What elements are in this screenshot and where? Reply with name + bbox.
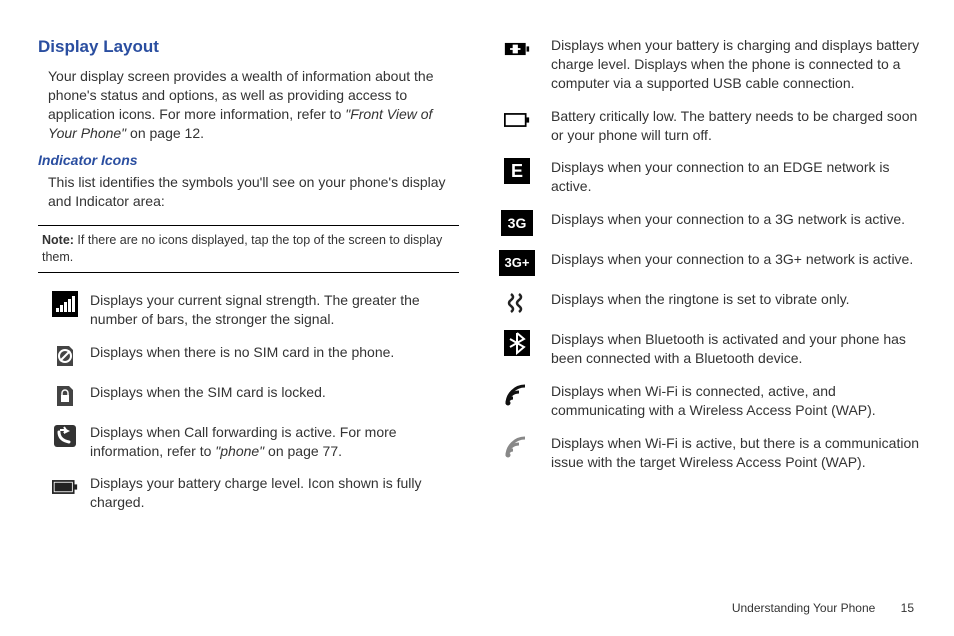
intro-text-b: on page 12. <box>126 125 204 141</box>
note-label: Note: <box>42 233 74 247</box>
row-battery-charging: Displays when your battery is charging a… <box>499 36 920 93</box>
row-wifi-issue: Displays when Wi-Fi is active, but there… <box>499 434 920 472</box>
desc-vibrate: Displays when the ringtone is set to vib… <box>551 290 920 309</box>
footer-page-number: 15 <box>901 601 914 615</box>
wifi-active-icon <box>504 382 530 408</box>
sim-locked-icon <box>52 383 78 409</box>
row-bluetooth: Displays when Bluetooth is activated and… <box>499 330 920 368</box>
row-edge: E Displays when your connection to an ED… <box>499 158 920 196</box>
row-sim-locked: Displays when the SIM card is locked. <box>38 383 459 409</box>
bluetooth-icon <box>504 330 530 356</box>
footer-section: Understanding Your Phone <box>732 601 875 615</box>
page-footer: Understanding Your Phone 15 <box>732 600 914 616</box>
row-no-sim: Displays when there is no SIM card in th… <box>38 343 459 369</box>
desc-edge: Displays when your connection to an EDGE… <box>551 158 920 196</box>
row-3gplus: 3G+ Displays when your connection to a 3… <box>499 250 920 276</box>
battery-full-icon <box>52 474 78 500</box>
3gplus-network-icon: 3G+ <box>499 250 535 276</box>
subheading-indicator-icons: Indicator Icons <box>38 151 459 170</box>
desc-3g: Displays when your connection to a 3G ne… <box>551 210 920 229</box>
signal-strength-icon <box>52 291 78 317</box>
3g-network-icon: 3G <box>501 210 533 236</box>
desc-wifi-on: Displays when Wi-Fi is connected, active… <box>551 382 920 420</box>
note-text: If there are no icons displayed, tap the… <box>42 233 442 264</box>
desc-bluetooth: Displays when Bluetooth is activated and… <box>551 330 920 368</box>
vibrate-icon <box>504 290 530 316</box>
desc-signal: Displays your current signal strength. T… <box>90 291 459 329</box>
row-vibrate: Displays when the ringtone is set to vib… <box>499 290 920 316</box>
row-battery-full: Displays your battery charge level. Icon… <box>38 474 459 512</box>
desc-wifi-issue: Displays when Wi-Fi is active, but there… <box>551 434 920 472</box>
desc-battery-full: Displays your battery charge level. Icon… <box>90 474 459 512</box>
desc-sim-locked: Displays when the SIM card is locked. <box>90 383 459 402</box>
desc-battery-charging: Displays when your battery is charging a… <box>551 36 920 93</box>
desc-no-sim: Displays when there is no SIM card in th… <box>90 343 459 362</box>
right-column: Displays when your battery is charging a… <box>499 36 920 526</box>
row-signal: Displays your current signal strength. T… <box>38 291 459 329</box>
no-sim-icon <box>52 343 78 369</box>
battery-low-icon <box>504 107 530 133</box>
note-box: Note: If there are no icons displayed, t… <box>38 225 459 273</box>
row-battery-low: Battery critically low. The battery need… <box>499 107 920 145</box>
desc-battery-low: Battery critically low. The battery need… <box>551 107 920 145</box>
heading-display-layout: Display Layout <box>38 36 459 59</box>
battery-charging-icon <box>504 36 530 62</box>
edge-network-icon: E <box>504 158 530 184</box>
row-3g: 3G Displays when your connection to a 3G… <box>499 210 920 236</box>
call-forward-icon <box>52 423 78 449</box>
row-wifi-on: Displays when Wi-Fi is connected, active… <box>499 382 920 420</box>
left-column: Display Layout Your display screen provi… <box>38 36 459 526</box>
row-call-forward: Displays when Call forwarding is active.… <box>38 423 459 461</box>
wifi-issue-icon <box>504 434 530 460</box>
intro-paragraph: Your display screen provides a wealth of… <box>48 67 459 143</box>
desc-3gplus: Displays when your connection to a 3G+ n… <box>551 250 920 269</box>
desc-call-forward: Displays when Call forwarding is active.… <box>90 423 459 461</box>
sub-intro-paragraph: This list identifies the symbols you'll … <box>48 173 459 211</box>
page-columns: Display Layout Your display screen provi… <box>38 36 920 526</box>
